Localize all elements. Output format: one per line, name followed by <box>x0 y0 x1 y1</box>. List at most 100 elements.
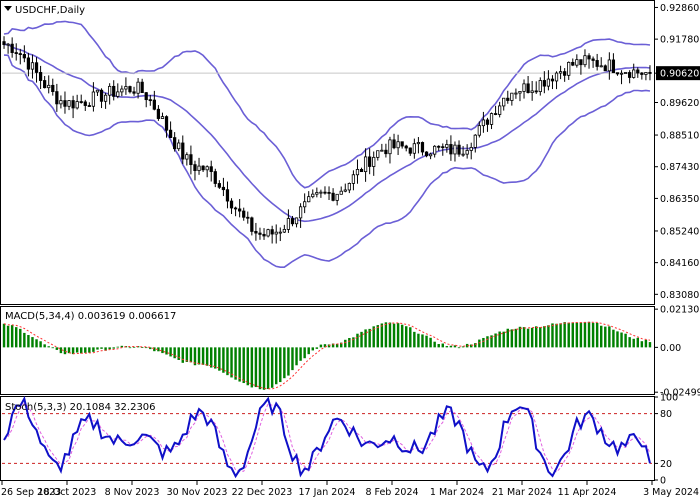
macd-histogram-bar <box>433 341 436 348</box>
candle-body <box>197 165 201 171</box>
candle-body <box>363 156 368 173</box>
candle-body <box>481 119 486 127</box>
candle-body <box>18 53 22 55</box>
candle-body <box>286 218 291 230</box>
macd-axis-tick-label: 0.00 <box>660 343 681 354</box>
candle-body <box>221 186 226 191</box>
candle-body <box>518 91 522 94</box>
candle-body <box>607 59 611 72</box>
candle-body <box>238 208 242 212</box>
candle-body <box>262 233 266 237</box>
candle-body <box>335 193 339 201</box>
candle-body <box>148 99 152 102</box>
macd-histogram-bar <box>595 322 599 348</box>
macd-histogram-bar <box>218 347 221 371</box>
candle-body <box>43 80 47 89</box>
macd-histogram-bar <box>161 347 164 354</box>
candle-body <box>160 116 165 119</box>
macd-histogram-bar <box>575 322 579 348</box>
candle-body <box>526 83 530 94</box>
candle-body <box>583 55 587 66</box>
candle-body <box>282 229 286 233</box>
macd-histogram-bar <box>400 324 404 348</box>
candle-body <box>388 139 392 155</box>
macd-histogram-bar <box>449 345 453 348</box>
macd-histogram-bar <box>583 322 587 348</box>
price-axis-tick-label: 0.88510 <box>660 131 699 142</box>
macd-histogram-bar <box>116 346 119 348</box>
x-axis-tick-label: 17 Jan 2024 <box>299 487 356 498</box>
macd-histogram-bar <box>559 323 562 348</box>
macd-histogram-bar <box>429 337 432 348</box>
candle-body <box>315 192 319 195</box>
macd-histogram-bar <box>303 347 306 359</box>
macd-histogram-bar <box>620 332 623 348</box>
macd-histogram-bar <box>75 347 79 353</box>
macd-histogram-bar <box>145 347 148 349</box>
macd-histogram-bar <box>266 347 270 390</box>
macd-histogram-bar <box>445 346 449 348</box>
candle-body <box>359 169 364 173</box>
symbol-menu-icon[interactable] <box>4 6 12 11</box>
candle-body <box>55 91 59 105</box>
macd-histogram-bar <box>55 347 59 350</box>
current-price-label: 0.90620 <box>660 69 699 80</box>
x-axis-tick-label: 8 Feb 2024 <box>365 487 418 498</box>
macd-histogram-bar <box>275 347 278 385</box>
candle-body <box>144 92 148 101</box>
candle-body <box>563 71 567 76</box>
candle-body <box>254 231 258 234</box>
macd-histogram-bar <box>344 339 347 348</box>
price-axis-tick-label: 0.89620 <box>660 98 699 109</box>
candle-body <box>331 192 335 201</box>
candle-body <box>351 174 356 184</box>
macd-histogram-bar <box>555 323 558 348</box>
candle-body <box>514 92 518 95</box>
candle-body <box>453 144 457 155</box>
candle-body <box>510 92 514 101</box>
candle-body <box>412 143 416 154</box>
macd-histogram-bar <box>632 338 635 348</box>
candle-body <box>400 141 404 147</box>
candle-body <box>575 59 579 66</box>
candle-body <box>193 164 197 171</box>
macd-histogram-bar <box>279 347 282 383</box>
candle-body <box>603 65 607 72</box>
candle-body <box>416 142 421 145</box>
macd-histogram-bar <box>205 347 209 366</box>
macd-histogram-bar <box>47 346 50 348</box>
candle-body <box>258 232 262 235</box>
macd-histogram-bar <box>258 347 262 390</box>
macd-histogram-bar <box>67 347 71 354</box>
macd-histogram-bar <box>169 347 172 357</box>
x-axis-tick-label: 8 Nov 2023 <box>105 487 160 498</box>
macd-histogram-bar <box>15 327 18 348</box>
macd-histogram-bar <box>2 323 6 348</box>
candle-body <box>103 94 108 102</box>
price-axis-tick-label: 0.92860 <box>660 3 699 14</box>
x-axis-tick-label: 1 Mar 2024 <box>430 487 484 498</box>
macd-histogram-bar <box>579 322 583 348</box>
macd-histogram-bar <box>348 338 351 348</box>
macd-pane <box>2 321 652 390</box>
macd-histogram-bar <box>413 331 416 348</box>
candle-body <box>477 125 481 136</box>
candle-body <box>550 78 555 82</box>
macd-histogram-bar <box>185 347 189 362</box>
candle-body <box>87 105 91 107</box>
candle-body <box>461 153 465 156</box>
x-axis-tick-label: 3 May 2024 <box>643 487 699 498</box>
candle-body <box>437 145 441 148</box>
macd-histogram-bar <box>214 347 217 369</box>
macd-histogram-bar <box>600 325 603 348</box>
candle-body <box>124 86 128 90</box>
macd-histogram-bar <box>262 347 266 390</box>
candle-body <box>152 99 156 110</box>
x-axis-tick-label: 18 Oct 2023 <box>38 487 97 498</box>
macd-histogram-bar <box>636 337 639 348</box>
macd-histogram-bar <box>287 347 290 376</box>
macd-histogram-bar <box>498 331 501 348</box>
macd-histogram-bar <box>384 322 388 348</box>
candle-body <box>489 113 494 125</box>
macd-histogram-bar <box>254 347 258 388</box>
